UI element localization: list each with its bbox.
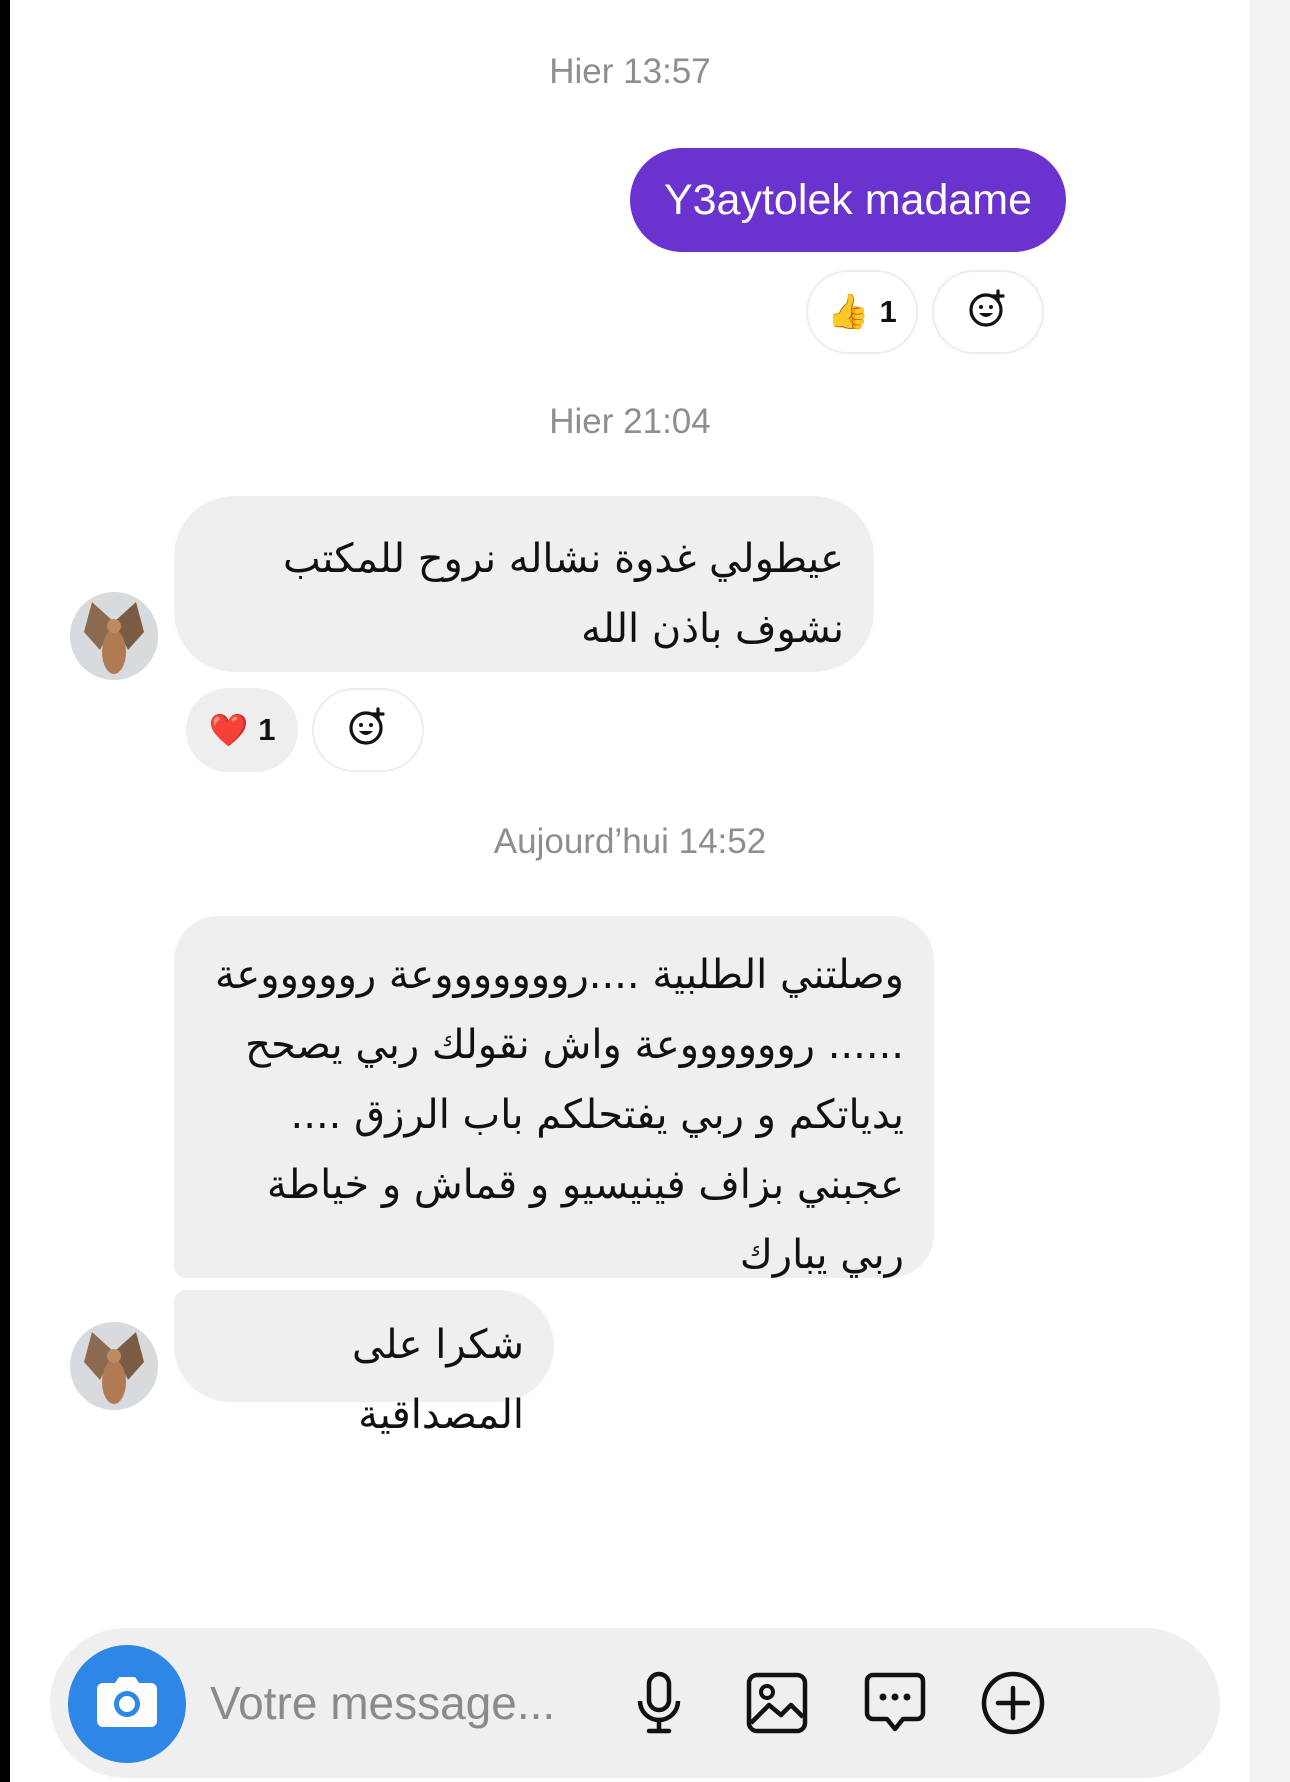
add-reaction-button[interactable] [932,270,1044,354]
microphone-button[interactable] [622,1668,696,1742]
plus-circle-icon [980,1670,1046,1741]
incoming-message-bubble[interactable]: وصلتني الطلبية ....روووووووعة روووووعة .… [174,916,934,1278]
avatar[interactable] [70,1322,158,1410]
message-text: وصلتني الطلبية ....روووووووعة روووووعة .… [214,952,904,1278]
chat-screen: Hier 13:57 Y3aytolek madame 👍 1 Hier 21:… [10,0,1250,1782]
more-options-button[interactable] [976,1668,1050,1742]
avatar[interactable] [70,592,158,680]
message-input[interactable] [210,1668,670,1738]
add-reaction-button[interactable] [312,688,424,772]
message-text: Y3aytolek madame [663,175,1033,224]
incoming-message-bubble[interactable]: شكرا على المصداقية [174,1290,554,1438]
image-icon [745,1671,809,1740]
screen-edge [1250,0,1290,1782]
gallery-button[interactable] [740,1668,814,1742]
add-reaction-icon [966,286,1010,338]
timestamp: Aujourd’hui 14:52 [493,822,767,861]
reaction-count: 1 [258,712,276,747]
heart-icon: ❤️ [208,712,249,748]
thumbs-up-icon: 👍 [827,293,870,331]
camera-icon [95,1675,159,1734]
timestamp: Hier 21:04 [549,402,711,441]
message-text: عيطولي غدوة نشاله نروح للمكتب نشوف باذن … [283,536,844,652]
microphone-icon [634,1671,684,1740]
timestamp: Hier 13:57 [549,52,711,91]
add-reaction-icon [346,704,390,756]
chat-dots-icon [863,1671,927,1740]
reaction-heart[interactable]: ❤️ 1 [186,688,298,772]
camera-button[interactable] [68,1645,186,1763]
outgoing-message-bubble[interactable]: Y3aytolek madame [630,148,1066,252]
message-text: شكرا على المصداقية [352,1322,524,1438]
incoming-message-bubble[interactable]: عيطولي غدوة نشاله نروح للمكتب نشوف باذن … [174,496,874,672]
sticker-button[interactable] [858,1668,932,1742]
reaction-thumbs-up[interactable]: 👍 1 [806,270,918,354]
reaction-count: 1 [879,294,897,329]
